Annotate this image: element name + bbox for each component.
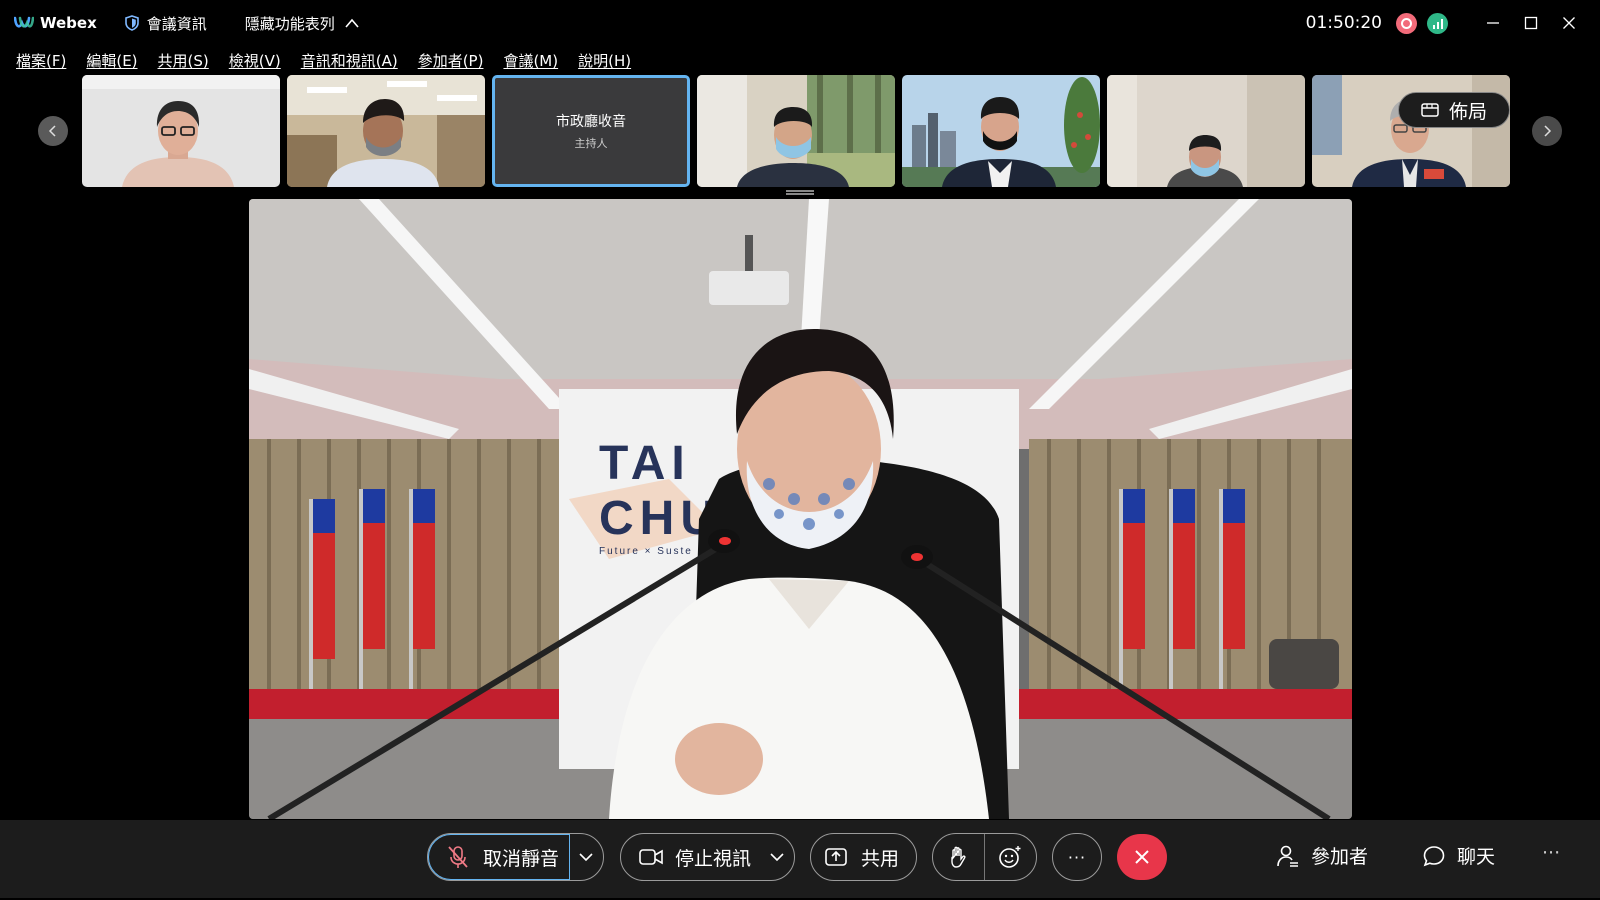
shield-icon [124,15,139,31]
raise-hand-icon [951,846,966,868]
scroll-left-button[interactable] [38,116,68,146]
participant-thumbnail-strip: 市政廳收音 主持人 佈局 [0,74,1600,195]
chevron-down-icon [770,852,784,861]
layout-button[interactable]: 佈局 [1398,92,1510,128]
meeting-info-label: 會議資訊 [146,14,207,33]
leave-meeting-button[interactable] [1117,834,1167,880]
recording-icon[interactable] [1396,12,1417,34]
backdrop-text-line1: TAI [599,437,691,490]
active-speaker-scene: TAI CHU Future × Suste [249,199,1352,819]
smiley-icon [999,846,1021,868]
unmute-label: 取消靜音 [483,847,560,870]
menu-audio-video[interactable]: 音訊和視訊(A) [301,50,398,71]
share-button[interactable]: 共用 [810,833,917,881]
participant-video-image [287,75,485,187]
participant-video-image [902,75,1100,187]
chat-icon [1423,845,1445,866]
audio-options-button[interactable] [570,852,602,862]
menu-bar: 檔案(F) 編輯(E) 共用(S) 檢視(V) 音訊和視訊(A) 參加者(P) … [0,46,635,74]
participant-video-5[interactable] [902,75,1100,187]
host-role: 主持人 [574,137,608,150]
active-speaker-video[interactable]: TAI CHU Future × Suste [249,199,1352,819]
video-options-button[interactable] [761,852,793,862]
reactions-button[interactable] [985,834,1037,880]
resize-handle[interactable] [786,190,814,195]
hide-menu-bar-button[interactable]: 隱藏功能表列 [245,13,359,34]
menu-view[interactable]: 檢視(V) [229,50,281,71]
hide-menu-bar-label: 隱藏功能表列 [244,14,335,33]
video-control: 停止視訊 [620,833,795,881]
participant-video-image [1107,75,1305,187]
share-label: 共用 [861,847,900,870]
chevron-right-icon [1544,125,1552,137]
layout-label: 佈局 [1448,100,1487,123]
participant-video-image [697,75,895,187]
participant-video-2[interactable] [287,75,485,187]
close-icon [1135,850,1149,864]
meeting-info-button[interactable]: 會議資訊 [124,13,207,34]
meeting-controls-bar: 取消靜音 停止視訊 共用 ··· 參加者 聊天 ··· [0,820,1600,898]
network-signal-icon[interactable] [1427,12,1448,34]
menu-file[interactable]: 檔案(F) [16,50,66,71]
app-brand: Webex [14,14,97,32]
layout-icon [1421,103,1439,117]
scroll-right-button[interactable] [1532,116,1562,146]
minimize-button[interactable] [1474,4,1512,42]
menu-edit[interactable]: 編輯(E) [86,50,137,71]
chevron-down-icon [579,852,593,861]
host-tile[interactable]: 市政廳收音 主持人 [492,75,690,187]
meeting-clock: 01:50:20 [1305,13,1382,33]
more-options-label: ··· [1067,847,1087,867]
menu-help[interactable]: 說明(H) [578,50,631,71]
overflow-menu-button[interactable]: ··· [1542,842,1560,864]
menu-meeting[interactable]: 會議(M) [503,50,558,71]
participant-video-1[interactable] [82,75,280,187]
video-camera-icon [639,849,663,865]
unmute-button[interactable]: 取消靜音 [428,834,570,880]
menu-share[interactable]: 共用(S) [158,50,209,71]
chat-button[interactable]: 聊天 [1423,842,1495,869]
minimize-icon [1487,22,1499,24]
backdrop-tagline: Future × Suste [599,546,693,557]
chevron-left-icon [48,125,56,137]
participants-button[interactable]: 參加者 [1277,842,1368,869]
maximize-icon [1524,16,1538,30]
webex-logo-icon [14,16,34,28]
microphone-muted-icon [448,846,468,868]
reactions-group [932,833,1037,881]
participant-video-4[interactable] [697,75,895,187]
chevron-up-icon [345,18,359,28]
unmute-control: 取消靜音 [427,833,604,881]
app-name: Webex [40,14,97,32]
participant-video-6[interactable] [1107,75,1305,187]
raise-hand-button[interactable] [933,834,985,880]
stop-video-button[interactable]: 停止視訊 [621,834,761,880]
menu-participants[interactable]: 參加者(P) [418,50,484,71]
maximize-button[interactable] [1512,4,1550,42]
close-icon [1563,17,1575,29]
share-screen-icon [825,848,847,866]
chat-label: 聊天 [1457,846,1496,868]
participants-label: 參加者 [1311,846,1369,868]
participant-video-image [82,75,280,187]
host-name: 市政廳收音 [556,114,626,130]
stop-video-label: 停止視訊 [675,847,752,870]
title-bar: Webex 會議資訊 隱藏功能表列 01:50:20 [0,0,1600,46]
close-window-button[interactable] [1550,4,1588,42]
participants-icon [1277,845,1298,867]
more-options-button[interactable]: ··· [1052,833,1102,881]
